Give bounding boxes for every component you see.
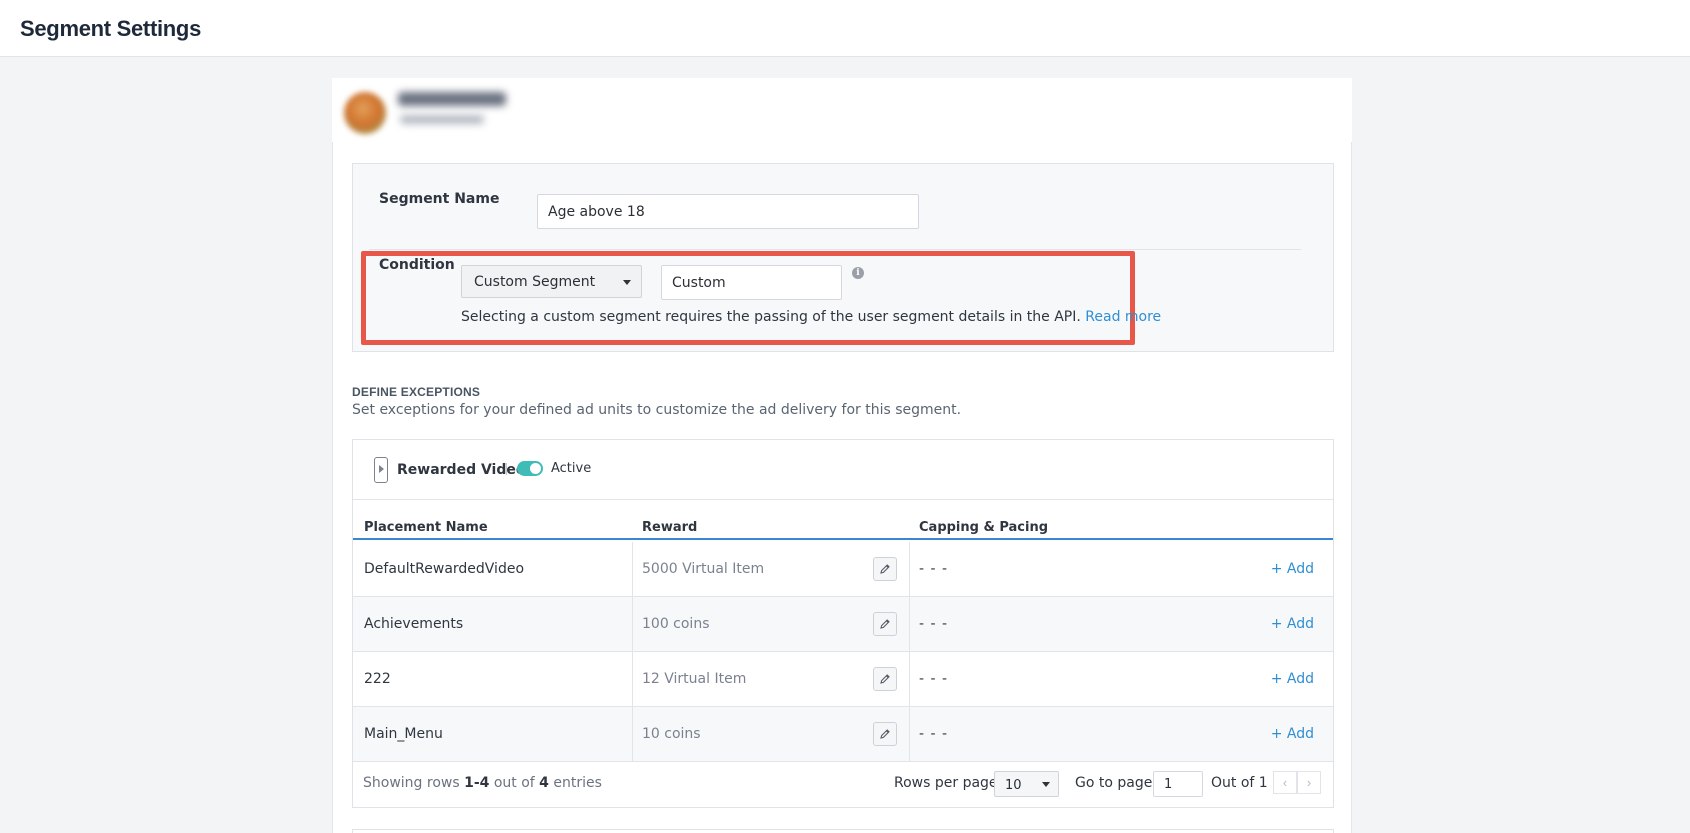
column-header-placement[interactable]: Placement Name bbox=[364, 520, 488, 535]
divider bbox=[369, 249, 1301, 250]
prev-page-button[interactable]: ‹ bbox=[1273, 771, 1297, 794]
pencil-icon bbox=[880, 564, 890, 574]
info-icon[interactable]: i bbox=[852, 267, 864, 279]
table-row: Achievements 100 coins - - - + Add bbox=[353, 597, 1333, 652]
total-pages-text: Out of 1 bbox=[1211, 775, 1268, 791]
capping-value: - - - bbox=[919, 561, 949, 577]
pencil-icon bbox=[880, 619, 890, 629]
column-divider bbox=[909, 597, 910, 652]
exceptions-table-card: Rewarded Video Active Placement Name Rew… bbox=[352, 439, 1334, 808]
condition-select-value: Custom Segment bbox=[474, 274, 596, 290]
app-icon bbox=[344, 92, 386, 134]
next-section-edge bbox=[352, 829, 1334, 833]
help-text: Selecting a custom segment requires the … bbox=[461, 309, 1081, 325]
app-header bbox=[332, 78, 1352, 143]
add-capping-link[interactable]: + Add bbox=[1271, 561, 1314, 577]
rows-per-page-label: Rows per page: bbox=[894, 775, 1003, 791]
capping-value: - - - bbox=[919, 726, 949, 742]
go-to-page-label: Go to page: bbox=[1075, 775, 1158, 791]
capping-value: - - - bbox=[919, 671, 949, 687]
rows-per-page-value: 10 bbox=[1005, 778, 1022, 793]
rows-per-page-select[interactable]: 10 bbox=[994, 771, 1059, 797]
ad-unit-header: Rewarded Video Active bbox=[353, 440, 1333, 500]
column-header-reward[interactable]: Reward bbox=[642, 520, 697, 535]
condition-select[interactable]: Custom Segment bbox=[461, 265, 642, 298]
placement-name: Achievements bbox=[364, 616, 464, 632]
page-number-input[interactable]: 1 bbox=[1153, 771, 1203, 797]
out-of-text: out of bbox=[493, 775, 535, 791]
pencil-icon bbox=[880, 674, 890, 684]
chevron-down-icon bbox=[1042, 782, 1050, 787]
condition-help-text: Selecting a custom segment requires the … bbox=[461, 309, 1161, 325]
segment-name-label: Segment Name bbox=[379, 191, 500, 207]
table-row: Main_Menu 10 coins - - - + Add bbox=[353, 707, 1333, 762]
pencil-icon bbox=[880, 729, 890, 739]
table-row: DefaultRewardedVideo 5000 Virtual Item -… bbox=[353, 542, 1333, 597]
app-name-blurred bbox=[398, 92, 506, 106]
reward-value: 10 coins bbox=[642, 726, 701, 742]
row-count-text: Showing rows 1-4 out of 4 entries bbox=[363, 775, 602, 791]
table-footer: Showing rows 1-4 out of 4 entries Rows p… bbox=[353, 760, 1333, 807]
chevron-down-icon bbox=[623, 280, 631, 285]
table-row: 222 12 Virtual Item - - - + Add bbox=[353, 652, 1333, 707]
edit-reward-button[interactable] bbox=[873, 722, 897, 746]
column-divider bbox=[632, 707, 633, 762]
entries-text: entries bbox=[553, 775, 602, 791]
next-page-button[interactable]: › bbox=[1297, 771, 1321, 794]
segment-name-input[interactable]: Age above 18 bbox=[537, 194, 919, 229]
placement-name: DefaultRewardedVideo bbox=[364, 561, 525, 577]
page-title: Segment Settings bbox=[20, 16, 202, 41]
app-subtitle-blurred bbox=[400, 115, 484, 124]
row-range: 1-4 bbox=[464, 775, 490, 791]
active-toggle[interactable] bbox=[517, 461, 543, 476]
active-label: Active bbox=[551, 461, 592, 476]
table-header: Placement Name Reward Capping & Pacing bbox=[353, 501, 1333, 540]
edit-reward-button[interactable] bbox=[873, 667, 897, 691]
column-divider bbox=[909, 707, 910, 762]
add-capping-link[interactable]: + Add bbox=[1271, 671, 1314, 687]
edit-reward-button[interactable] bbox=[873, 612, 897, 636]
reward-value: 5000 Virtual Item bbox=[642, 561, 765, 577]
reward-value: 12 Virtual Item bbox=[642, 671, 747, 687]
rewarded-video-icon bbox=[374, 457, 388, 483]
read-more-link[interactable]: Read more bbox=[1085, 309, 1161, 325]
add-capping-link[interactable]: + Add bbox=[1271, 726, 1314, 742]
exceptions-description: Set exceptions for your defined ad units… bbox=[352, 402, 962, 418]
top-bar: Segment Settings bbox=[0, 0, 1690, 57]
placement-name: 222 bbox=[364, 671, 391, 687]
separator bbox=[506, 463, 507, 475]
column-header-capping[interactable]: Capping & Pacing bbox=[919, 520, 1048, 535]
column-divider bbox=[909, 652, 910, 707]
add-capping-link[interactable]: + Add bbox=[1271, 616, 1314, 632]
edit-reward-button[interactable] bbox=[873, 557, 897, 581]
exceptions-title: DEFINE EXCEPTIONS bbox=[352, 385, 481, 399]
reward-value: 100 coins bbox=[642, 616, 710, 632]
column-divider bbox=[909, 542, 910, 597]
custom-segment-input[interactable]: Custom bbox=[661, 265, 842, 300]
capping-value: - - - bbox=[919, 616, 949, 632]
row-total: 4 bbox=[539, 775, 549, 791]
showing-prefix: Showing rows bbox=[363, 775, 460, 791]
column-divider bbox=[632, 652, 633, 707]
condition-label: Condition bbox=[379, 257, 455, 273]
placement-name: Main_Menu bbox=[364, 726, 443, 742]
column-divider bbox=[632, 597, 633, 652]
column-divider bbox=[632, 542, 633, 597]
